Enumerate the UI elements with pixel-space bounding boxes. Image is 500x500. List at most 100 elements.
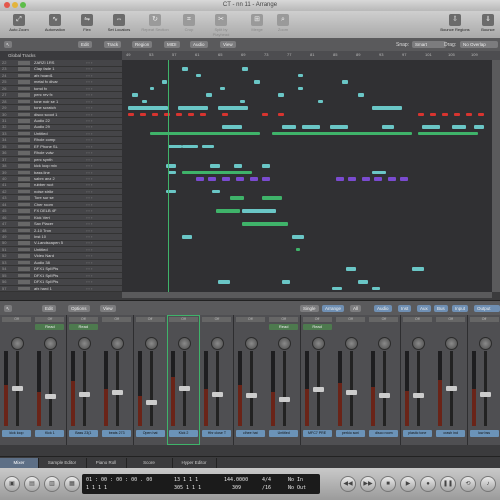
volume-fader[interactable] xyxy=(78,391,90,397)
edit-menu[interactable]: Edit xyxy=(78,41,92,48)
eq-display[interactable]: Off xyxy=(302,317,332,322)
tab-score[interactable]: Score xyxy=(126,458,173,468)
region[interactable] xyxy=(164,112,170,117)
region[interactable] xyxy=(418,131,478,136)
eq-display[interactable]: Off xyxy=(336,317,365,322)
channel-name[interactable]: Untitled xyxy=(269,430,299,437)
mute-solo-buttons[interactable]: ▫▫▫ xyxy=(86,118,106,124)
channel-strip[interactable]: Off crash ind xyxy=(434,315,469,445)
region[interactable] xyxy=(208,177,216,181)
channel-strip[interactable]: Off Read Untitled xyxy=(267,315,302,445)
single-button[interactable]: Single xyxy=(300,305,319,312)
region[interactable] xyxy=(216,209,240,213)
region[interactable] xyxy=(218,106,248,110)
region[interactable] xyxy=(168,170,176,175)
filter-output[interactable]: Output xyxy=(474,305,500,312)
region[interactable] xyxy=(152,112,158,117)
filter-audio[interactable]: Audio xyxy=(374,305,392,312)
region[interactable] xyxy=(400,177,408,181)
channel-strip[interactable]: Off perkio scni xyxy=(334,315,368,445)
volume-fader[interactable] xyxy=(446,386,458,391)
filter-input[interactable]: Input xyxy=(452,305,469,312)
region[interactable] xyxy=(142,99,147,104)
automation-mode[interactable]: Read xyxy=(35,324,65,330)
mute-solo-buttons[interactable]: ▫▫▫ xyxy=(86,189,106,195)
volume-fader-track[interactable] xyxy=(249,351,253,426)
volume-fader[interactable] xyxy=(112,389,124,395)
volume-fader[interactable] xyxy=(479,391,491,397)
region[interactable] xyxy=(454,112,460,117)
automation-mode[interactable]: Read xyxy=(269,324,299,330)
region[interactable] xyxy=(150,131,260,136)
pan-knob[interactable] xyxy=(211,337,225,350)
eq-display[interactable]: Off xyxy=(102,317,132,322)
channel-strip[interactable]: Off disco room xyxy=(367,315,402,445)
channel-name[interactable]: clhee hat xyxy=(235,430,265,437)
region[interactable] xyxy=(132,93,138,97)
region[interactable] xyxy=(474,125,484,129)
region[interactable] xyxy=(418,112,424,117)
auto-zoom-button[interactable]: ⤢ Auto Zoom xyxy=(4,13,34,37)
snap-select[interactable]: Smart xyxy=(412,41,446,48)
pan-knob[interactable] xyxy=(178,337,191,350)
mute-solo-buttons[interactable]: ▫▫▫ xyxy=(86,260,106,266)
region[interactable] xyxy=(242,67,248,71)
pan-knob[interactable] xyxy=(77,337,91,350)
pan-knob[interactable] xyxy=(478,337,492,350)
vertical-scrollbar[interactable] xyxy=(492,60,500,292)
midi-menu[interactable]: MIDI xyxy=(164,41,180,48)
region[interactable] xyxy=(236,177,244,181)
volume-fader[interactable] xyxy=(212,391,224,397)
region-menu[interactable]: Region xyxy=(132,41,153,48)
region[interactable] xyxy=(358,280,368,284)
region[interactable] xyxy=(182,144,198,149)
mute-solo-buttons[interactable]: ▫▫▫ xyxy=(86,86,106,92)
channel-name[interactable]: Kick 1 xyxy=(35,430,65,437)
view-menu[interactable]: View xyxy=(220,41,236,48)
channel-name[interactable]: kick loop xyxy=(2,430,31,437)
volume-fader-track[interactable] xyxy=(149,351,153,426)
region[interactable] xyxy=(200,112,206,117)
mute-solo-buttons[interactable]: ▫▫▫ xyxy=(86,182,106,188)
region[interactable] xyxy=(262,177,270,181)
transport-left-button-4[interactable]: ▦ xyxy=(64,476,80,492)
transport-left-button-3[interactable]: ▥ xyxy=(44,476,60,492)
volume-fader[interactable] xyxy=(179,386,190,391)
pause-button[interactable]: ❚❚ xyxy=(440,476,456,492)
pan-knob[interactable] xyxy=(411,337,425,350)
region[interactable] xyxy=(298,73,303,78)
volume-fader-track[interactable] xyxy=(283,351,287,426)
region[interactable] xyxy=(250,177,258,181)
region[interactable] xyxy=(332,286,342,291)
region[interactable] xyxy=(128,112,134,117)
mute-solo-buttons[interactable]: ▫▫▫ xyxy=(86,99,106,105)
pointer-tool[interactable]: ↖ xyxy=(4,41,12,48)
mute-solo-buttons[interactable]: ▫▫▫ xyxy=(86,266,106,272)
bounce-button[interactable]: ⇓ Bounce xyxy=(476,13,500,37)
eq-display[interactable]: Off xyxy=(402,317,432,322)
region[interactable] xyxy=(262,164,270,168)
channel-strip[interactable]: Off Read Bass 23(1 xyxy=(66,315,101,445)
eq-display[interactable]: Off xyxy=(68,317,98,322)
audio-menu[interactable]: Audio xyxy=(190,41,208,48)
pan-knob[interactable] xyxy=(144,337,158,350)
mute-solo-buttons[interactable]: ▫▫▫ xyxy=(86,208,106,214)
mute-solo-buttons[interactable]: ▫▫▫ xyxy=(86,279,106,285)
region[interactable] xyxy=(372,170,386,175)
region[interactable] xyxy=(430,112,436,117)
region[interactable] xyxy=(336,177,344,181)
region[interactable] xyxy=(220,86,225,91)
mute-solo-buttons[interactable]: ▫▫▫ xyxy=(86,215,106,221)
arrange-button[interactable]: Arrange xyxy=(322,305,345,312)
play-button[interactable]: ▶ xyxy=(400,476,416,492)
channel-strip[interactable]: Off plastic tone xyxy=(400,315,435,445)
region[interactable] xyxy=(318,99,323,104)
eq-display[interactable]: Off xyxy=(235,317,265,322)
volume-fader[interactable] xyxy=(12,386,23,391)
region[interactable] xyxy=(202,144,214,149)
region[interactable] xyxy=(178,106,208,110)
automation-button[interactable]: ∿ Automation xyxy=(40,13,70,37)
pan-knob[interactable] xyxy=(345,337,358,350)
record-button[interactable]: ● xyxy=(420,476,436,492)
volume-fader-track[interactable] xyxy=(350,351,353,426)
